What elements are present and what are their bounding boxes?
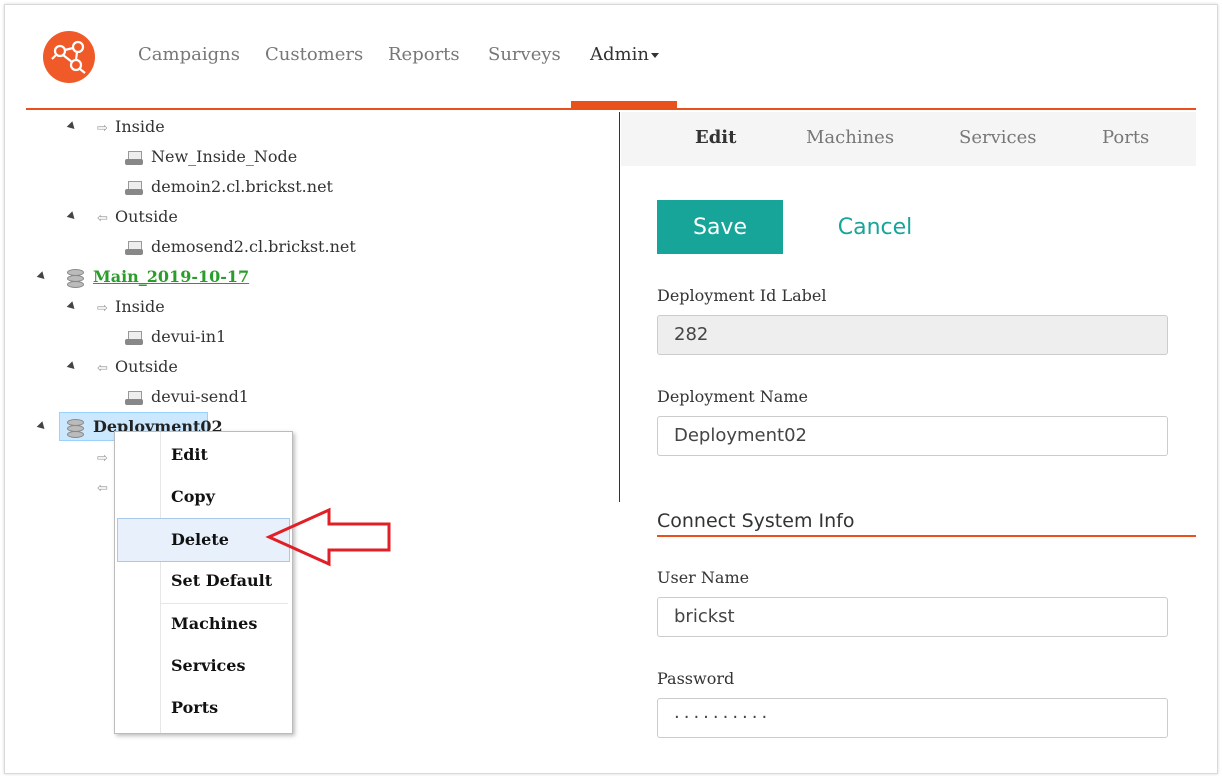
database-icon — [67, 268, 84, 288]
deployment-name-field[interactable]: Deployment02 — [657, 416, 1168, 456]
annotation-arrow-icon — [265, 507, 391, 567]
tab-edit[interactable]: Edit — [695, 127, 736, 148]
password-label: Password — [657, 669, 735, 688]
password-field[interactable]: ·········· — [657, 698, 1168, 738]
tree-node-inside[interactable]: ⇨ Inside — [97, 116, 165, 138]
tree-node-label: demoin2.cl.brickst.net — [151, 177, 333, 196]
context-menu-ports[interactable]: Ports — [117, 687, 288, 729]
save-button[interactable]: Save — [657, 200, 783, 254]
arrow-left-icon: ⇦ — [97, 481, 108, 496]
tab-services[interactable]: Services — [959, 127, 1036, 148]
tree-node-inside[interactable]: ⇨ Inside — [97, 296, 165, 318]
tree-node-label: Inside — [115, 117, 165, 136]
deployment-id-field: 282 — [657, 315, 1168, 355]
tree-node-label: demosend2.cl.brickst.net — [151, 237, 356, 256]
nav-admin-label: Admin — [590, 44, 649, 65]
context-menu-copy[interactable]: Copy — [117, 476, 288, 518]
user-name-label: User Name — [657, 568, 750, 587]
context-menu-edit[interactable]: Edit — [117, 434, 288, 476]
tree-node-label: devui-in1 — [151, 327, 227, 346]
arrow-left-icon: ⇦ — [97, 361, 108, 376]
nav-reports[interactable]: Reports — [388, 44, 460, 65]
tree-node-deployment-main[interactable]: Main_2019-10-17 — [67, 266, 249, 288]
tree-node-outside[interactable]: ⇦ Outside — [97, 206, 178, 228]
section-title: Connect System Info — [657, 510, 855, 532]
deployment-id-label: Deployment Id Label — [657, 286, 827, 305]
tab-machines[interactable]: Machines — [806, 127, 894, 148]
nav-customers[interactable]: Customers — [265, 44, 363, 65]
context-menu-set-default[interactable]: Set Default — [117, 560, 288, 602]
tree-node-machine[interactable]: devui-in1 — [125, 326, 226, 348]
detail-tabs: Edit Machines Services Ports — [621, 112, 1196, 166]
tree-node-inside-partial[interactable]: ⇨ — [97, 446, 115, 468]
deployment-name-label: Deployment Name — [657, 387, 808, 406]
tree-node-label: Main_2019-10-17 — [93, 267, 250, 286]
database-icon — [67, 418, 84, 438]
user-name-field[interactable]: brickst — [657, 597, 1168, 637]
tree-node-label: Outside — [115, 207, 178, 226]
nav-surveys[interactable]: Surveys — [488, 44, 561, 65]
tree-node-label: New_Inside_Node — [151, 147, 298, 166]
arrow-right-icon: ⇨ — [97, 301, 108, 316]
tab-ports[interactable]: Ports — [1102, 127, 1149, 148]
nav-admin[interactable]: Admin — [590, 44, 659, 65]
server-icon — [125, 330, 143, 345]
tree-node-machine[interactable]: devui-send1 — [125, 386, 249, 408]
tree-node-outside-partial[interactable]: ⇦ — [97, 476, 115, 498]
server-icon — [125, 150, 143, 165]
context-menu-services[interactable]: Services — [117, 645, 288, 687]
caret-down-icon — [650, 52, 659, 58]
tree-node-machine[interactable]: demosend2.cl.brickst.net — [125, 236, 356, 258]
arrow-right-icon: ⇨ — [97, 121, 108, 136]
tree-node-label: Inside — [115, 297, 165, 316]
tree-node-machine[interactable]: demoin2.cl.brickst.net — [125, 176, 333, 198]
context-menu-machines[interactable]: Machines — [117, 603, 288, 645]
section-divider — [657, 535, 1196, 537]
server-icon — [125, 390, 143, 405]
cancel-button[interactable]: Cancel — [820, 200, 930, 254]
brickst-logo-icon[interactable] — [43, 31, 95, 83]
arrow-right-icon: ⇨ — [97, 451, 108, 466]
nav-active-indicator — [571, 101, 677, 108]
nav-campaigns[interactable]: Campaigns — [138, 44, 240, 65]
server-icon — [125, 240, 143, 255]
arrow-left-icon: ⇦ — [97, 211, 108, 226]
tree-node-label: Outside — [115, 357, 178, 376]
panel-divider — [619, 112, 620, 502]
tree-node-outside[interactable]: ⇦ Outside — [97, 356, 178, 378]
tree-node-machine[interactable]: New_Inside_Node — [125, 146, 297, 168]
context-menu: Edit Copy Delete Set Default Machines Se… — [114, 431, 293, 734]
server-icon — [125, 180, 143, 195]
header-divider — [26, 108, 1196, 110]
tree-node-label: devui-send1 — [151, 387, 249, 406]
